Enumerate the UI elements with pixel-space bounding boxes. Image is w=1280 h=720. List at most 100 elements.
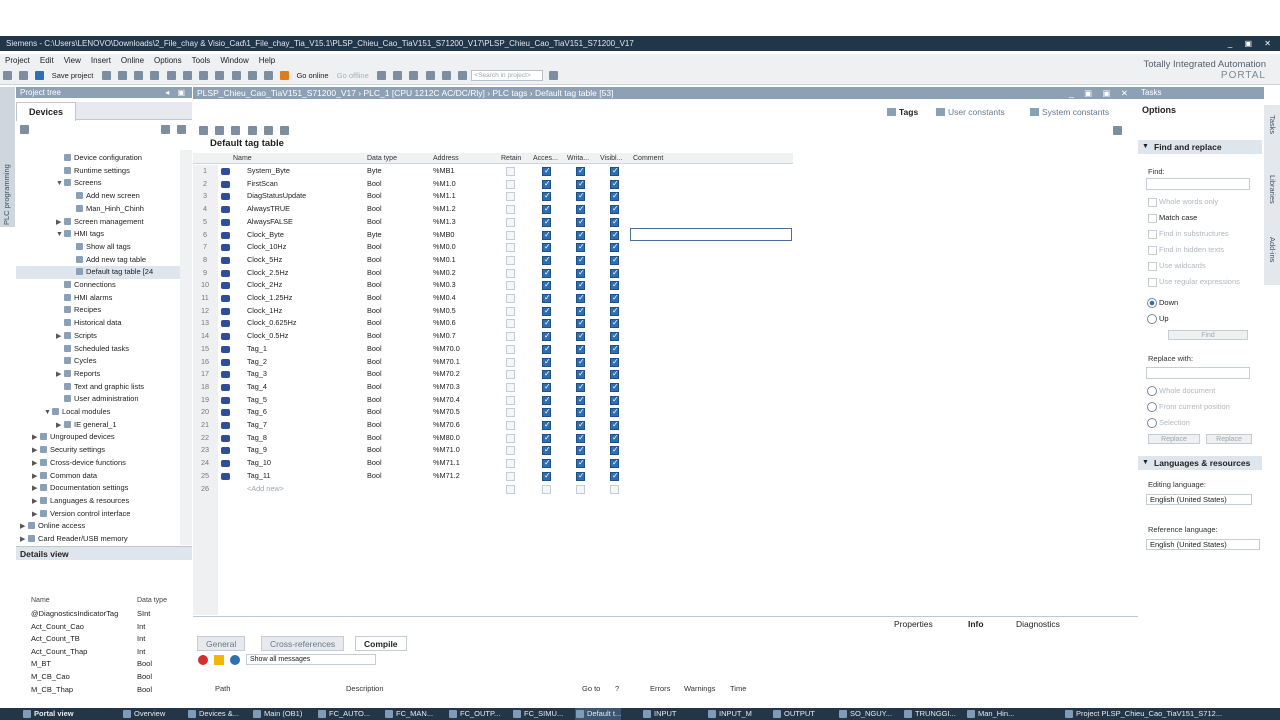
- row-number[interactable]: 2: [193, 177, 217, 191]
- go-online-button[interactable]: Go online: [293, 67, 331, 84]
- tag-name-cell[interactable]: Tag_4: [247, 381, 267, 394]
- tag-row[interactable]: 17 Tag_3 Bool %M70.2: [193, 368, 793, 381]
- visible-checkbox[interactable]: [610, 267, 619, 279]
- details-row[interactable]: M_CB_Cao Bool: [16, 671, 180, 684]
- tag-row[interactable]: 2 FirstScan Bool %M1.0: [193, 177, 793, 191]
- tag-address-cell[interactable]: %M0.4: [433, 292, 456, 305]
- visible-checkbox[interactable]: [610, 279, 619, 292]
- taskbar-editor-item[interactable]: FC_SIMU...: [512, 708, 563, 720]
- tag-type-cell[interactable]: Bool: [367, 305, 382, 318]
- msg-col-time[interactable]: Time: [730, 684, 746, 693]
- compile-tab[interactable]: Compile: [355, 636, 407, 651]
- tag-address-cell[interactable]: %M0.0: [433, 241, 456, 254]
- tag-address-cell[interactable]: %M70.6: [433, 419, 460, 432]
- search-in-project-input[interactable]: <Search in project>: [471, 70, 544, 81]
- add-new-row[interactable]: 26 <Add new>: [193, 482, 793, 495]
- tag-type-cell[interactable]: Bool: [367, 317, 382, 330]
- accessible-checkbox[interactable]: [542, 216, 551, 228]
- tag-name-cell[interactable]: Clock_10Hz: [247, 241, 286, 254]
- row-number[interactable]: 8: [193, 253, 217, 267]
- accessible-checkbox[interactable]: [542, 203, 551, 216]
- details-row[interactable]: Act_Count_Cao Int: [16, 621, 180, 634]
- tree-item[interactable]: User administration: [16, 393, 180, 406]
- accessible-checkbox[interactable]: [542, 190, 551, 203]
- tag-type-cell[interactable]: Bool: [367, 381, 382, 394]
- writable-checkbox[interactable]: [576, 317, 585, 330]
- properties-tab[interactable]: Properties: [894, 619, 933, 629]
- tree-scrollbar[interactable]: [180, 150, 192, 545]
- tag-address-cell[interactable]: %M1.3: [433, 216, 456, 229]
- tag-name-cell[interactable]: System_Byte: [247, 165, 290, 178]
- tag-row[interactable]: 11 Clock_1.25Hz Bool %M0.4: [193, 292, 793, 305]
- comment-edit-field[interactable]: [630, 228, 792, 241]
- cross-reference-icon[interactable]: [425, 71, 435, 80]
- tag-name-cell[interactable]: Tag_3: [247, 368, 267, 381]
- portal-view-button[interactable]: Portal view: [22, 708, 74, 720]
- retain-checkbox[interactable]: [506, 294, 515, 303]
- tasks-side-tab[interactable]: Tasks: [1268, 115, 1277, 134]
- tag-address-cell[interactable]: %M70.3: [433, 381, 460, 394]
- accessible-checkbox[interactable]: [542, 381, 551, 394]
- retain-checkbox[interactable]: [506, 382, 515, 392]
- accessible-checkbox[interactable]: [542, 394, 551, 406]
- retain-checkbox[interactable]: [506, 230, 515, 240]
- visible-checkbox[interactable]: [610, 444, 619, 457]
- tree-item[interactable]: ▶ Screen management: [16, 216, 180, 229]
- row-number[interactable]: 1: [193, 165, 217, 178]
- details-row[interactable]: @DiagnosticsIndicatorTag SInt: [16, 608, 180, 621]
- visible-checkbox[interactable]: [610, 241, 619, 254]
- search-icon[interactable]: [548, 71, 558, 80]
- accessible-checkbox[interactable]: [542, 356, 551, 368]
- row-number[interactable]: 23: [193, 444, 217, 458]
- tag-type-cell[interactable]: Bool: [367, 368, 382, 381]
- writable-checkbox[interactable]: [576, 165, 585, 178]
- tag-type-cell[interactable]: Bool: [367, 190, 382, 203]
- accessible-checkbox[interactable]: [542, 241, 551, 254]
- retain-checkbox[interactable]: [506, 255, 515, 265]
- visible-checkbox[interactable]: [610, 406, 619, 419]
- retain-checkbox[interactable]: [506, 268, 515, 278]
- tag-type-cell[interactable]: Bool: [367, 178, 382, 191]
- cross-references-tab[interactable]: Cross-references: [261, 636, 345, 651]
- libraries-side-tab[interactable]: Libraries: [1268, 175, 1277, 204]
- tag-row[interactable]: 10 Clock_2Hz Bool %M0.3: [193, 279, 793, 292]
- visible-checkbox[interactable]: [610, 470, 619, 482]
- tree-item[interactable]: Connections: [16, 279, 180, 292]
- writable-checkbox[interactable]: [576, 254, 585, 267]
- tag-name-cell[interactable]: Clock_2Hz: [247, 279, 282, 292]
- paste-icon[interactable]: [150, 71, 160, 80]
- row-number[interactable]: 11: [193, 292, 217, 305]
- visible-checkbox[interactable]: [610, 229, 619, 241]
- tag-row[interactable]: 20 Tag_6 Bool %M70.5: [193, 406, 793, 419]
- print-icon[interactable]: [101, 71, 111, 80]
- find-input[interactable]: [1146, 178, 1250, 190]
- tag-name-cell[interactable]: Tag_8: [247, 432, 267, 445]
- retain-checkbox[interactable]: [506, 217, 515, 227]
- accessible-checkbox[interactable]: [542, 254, 551, 267]
- tag-name-cell[interactable]: Tag_11: [247, 470, 270, 483]
- taskbar-editor-item[interactable]: INPUT_M: [707, 708, 752, 720]
- tag-row[interactable]: 7 Clock_10Hz Bool %M0.0: [193, 241, 793, 254]
- tag-row[interactable]: 21 Tag_7 Bool %M70.6: [193, 419, 793, 432]
- msg-col-help[interactable]: ?: [615, 684, 619, 693]
- tag-row[interactable]: 24 Tag_10 Bool %M71.1: [193, 457, 793, 470]
- insert-row-icon[interactable]: [215, 126, 225, 135]
- col-name[interactable]: Name: [233, 153, 252, 164]
- find-replace-section[interactable]: Find and replace: [1138, 140, 1262, 154]
- visible-checkbox[interactable]: [610, 305, 619, 317]
- tag-type-cell[interactable]: Bool: [367, 254, 382, 267]
- redo-icon[interactable]: [199, 71, 209, 80]
- tag-row[interactable]: 13 Clock_0.625Hz Bool %M0.6: [193, 317, 793, 330]
- tag-address-cell[interactable]: %M0.3: [433, 279, 456, 292]
- writable-checkbox[interactable]: [576, 241, 585, 254]
- tag-address-cell[interactable]: %M0.1: [433, 254, 456, 267]
- writable-checkbox[interactable]: [576, 190, 585, 203]
- taskbar-project-item[interactable]: Project PLSP_Chieu_Cao_TiaV151_S712...: [1064, 708, 1222, 720]
- languages-section[interactable]: Languages & resources: [1138, 456, 1262, 470]
- tag-address-cell[interactable]: %M70.5: [433, 406, 460, 419]
- tag-address-cell[interactable]: %M0.2: [433, 267, 456, 280]
- retain-checkbox[interactable]: [506, 471, 515, 481]
- replace-input[interactable]: [1146, 367, 1250, 379]
- taskbar-editor-item[interactable]: FC_OUTP...: [448, 708, 500, 720]
- writable-checkbox[interactable]: [576, 470, 585, 482]
